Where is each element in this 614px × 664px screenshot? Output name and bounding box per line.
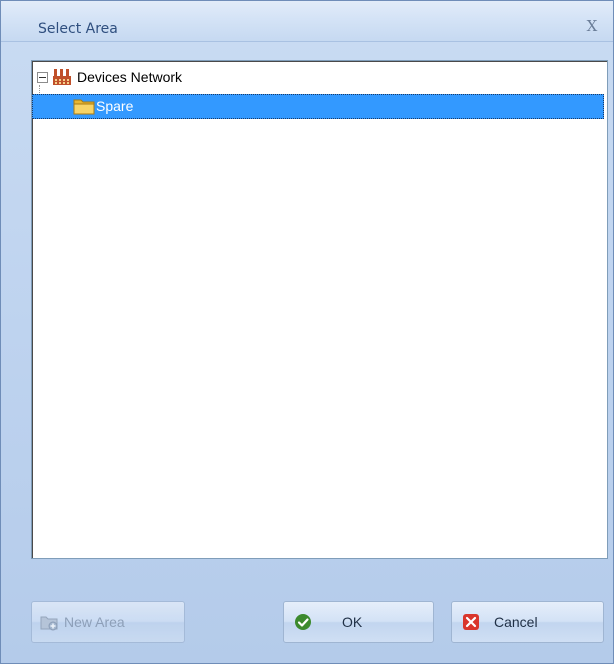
select-area-dialog: Select Area X Devices Network Spare New …	[0, 0, 614, 664]
new-area-button[interactable]: New Area	[31, 601, 185, 643]
title-bar[interactable]: Select Area X	[1, 1, 613, 42]
ok-label: OK	[342, 614, 363, 630]
tree-node-label: Spare	[96, 98, 134, 114]
cancel-x-icon	[463, 614, 479, 630]
dialog-title: Select Area	[38, 21, 118, 37]
factory-icon	[53, 69, 71, 85]
tree-node-spare[interactable]: Spare	[32, 94, 604, 119]
new-area-label: New Area	[64, 614, 125, 630]
area-tree-view[interactable]: Devices Network Spare	[31, 60, 608, 559]
new-folder-icon	[40, 616, 58, 631]
cancel-label: Cancel	[494, 614, 538, 630]
tree-node-devices-network[interactable]: Devices Network	[35, 66, 182, 88]
collapse-toggle-icon[interactable]	[37, 71, 48, 83]
tree-node-label: Devices Network	[77, 69, 183, 85]
close-button[interactable]: X	[583, 17, 601, 35]
cancel-button[interactable]: Cancel	[451, 601, 604, 643]
folder-icon	[73, 99, 95, 115]
check-icon	[295, 614, 311, 630]
ok-button[interactable]: OK	[283, 601, 434, 643]
